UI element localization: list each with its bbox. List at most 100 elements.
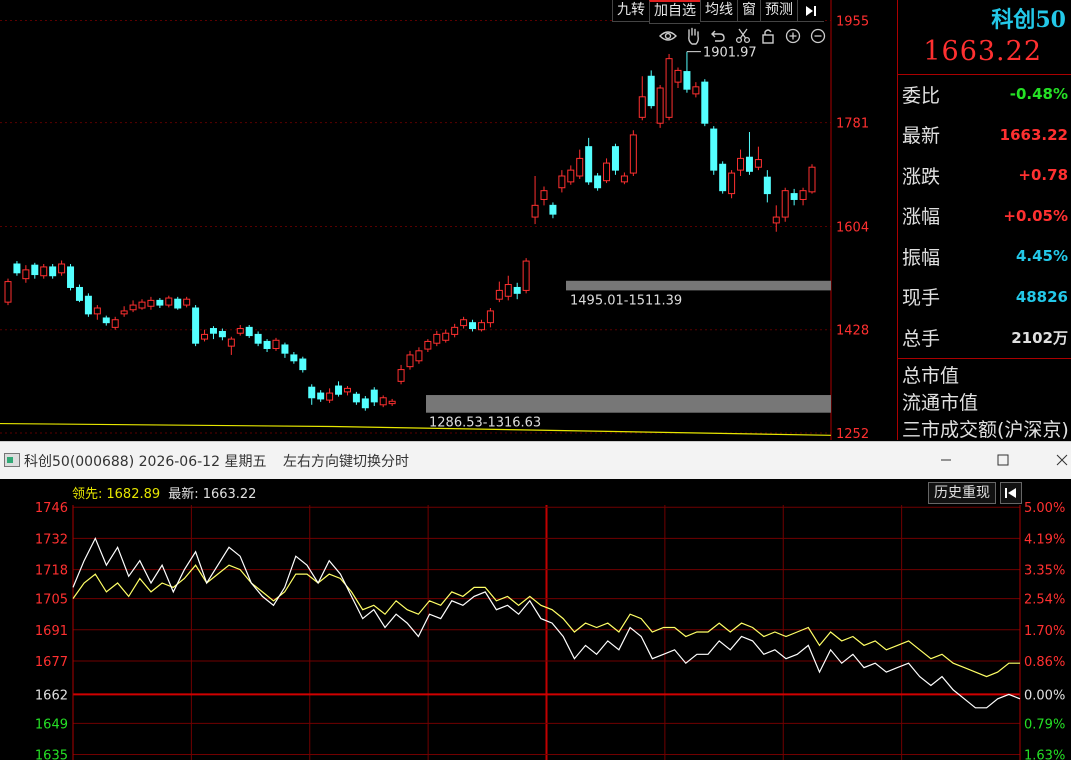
index-name[interactable]: 科创50 — [991, 2, 1066, 34]
forecast-button[interactable]: 预测 — [760, 0, 797, 22]
undo-icon[interactable] — [708, 26, 728, 46]
candlestick-chart[interactable]: 1955 1781 1604 1428 1252 1901.97 1495.01-1511… — [0, 0, 897, 440]
support-zone — [566, 280, 831, 291]
divider — [898, 358, 1071, 359]
quote-row-value: 4.45% — [1015, 247, 1068, 265]
candle — [370, 387, 378, 406]
candle-body — [603, 162, 611, 182]
candle-body — [522, 260, 530, 291]
candle — [406, 350, 414, 370]
total-market-value-label: 总市值 — [902, 365, 960, 387]
candle-body — [567, 169, 575, 183]
leader-value: 1682.89 — [106, 487, 161, 502]
candle — [138, 299, 146, 310]
keyboard-hint: 左右方向键切换分时 — [283, 454, 409, 470]
candle — [335, 381, 343, 397]
candle-body — [227, 338, 235, 347]
candle — [495, 281, 503, 303]
zoom-in-icon[interactable] — [783, 26, 803, 46]
lock-icon[interactable] — [758, 26, 778, 46]
candle-body — [611, 146, 619, 171]
minimize-icon[interactable] — [932, 448, 960, 472]
candle — [576, 149, 584, 179]
candle-body — [218, 330, 226, 338]
candle — [585, 137, 593, 185]
candle — [719, 161, 727, 194]
price-tick-label: 1781 — [836, 117, 869, 132]
price-tick-label: 1428 — [836, 324, 869, 339]
candle — [763, 170, 771, 203]
collapse-arrow-icon[interactable] — [797, 0, 824, 22]
jiuzhuan-button[interactable]: 九转 — [612, 0, 649, 22]
candle — [540, 186, 548, 206]
quote-row-value: 2102万 — [1011, 328, 1068, 347]
candle — [111, 316, 119, 330]
candle — [531, 176, 539, 225]
quote-row: 涨幅 +0.05% — [902, 202, 1068, 230]
candle — [683, 51, 691, 93]
maximize-icon[interactable] — [989, 448, 1017, 472]
high-price-label: 1901.97 — [703, 46, 757, 61]
candle — [808, 164, 816, 194]
candle-body — [31, 264, 39, 276]
price-tick-label: 1662 — [35, 688, 68, 703]
float-market-value-label: 流通市值 — [902, 392, 979, 414]
candle-body — [513, 286, 521, 294]
candle-body — [263, 340, 271, 349]
candle — [352, 391, 360, 405]
candle — [397, 364, 405, 385]
candle — [361, 396, 369, 411]
candle — [629, 130, 637, 176]
candle — [67, 264, 75, 291]
window-button[interactable]: 窗 — [737, 0, 760, 22]
close-icon[interactable] — [1048, 448, 1071, 472]
candle — [388, 398, 396, 406]
candle-body — [183, 298, 191, 306]
candle — [308, 384, 316, 405]
candle — [728, 170, 736, 199]
price-tick-label: 1604 — [836, 220, 869, 235]
moving-average-button[interactable]: 均线 — [700, 0, 737, 22]
quote-row-label: 委比 — [902, 84, 941, 107]
scissors-icon[interactable] — [733, 26, 753, 46]
percent-tick-label: 5.00% — [1024, 501, 1065, 516]
history-replay-button[interactable]: 历史重现 — [928, 482, 996, 504]
candle-body — [75, 286, 83, 301]
candle-body — [370, 389, 378, 403]
candle-body — [290, 354, 298, 362]
candle — [656, 85, 664, 128]
candle — [701, 79, 709, 127]
candle — [31, 262, 39, 279]
candle-body — [692, 86, 700, 95]
eye-icon[interactable] — [658, 26, 678, 46]
quote-row: 总手 2102万 — [902, 323, 1068, 351]
window-icon — [4, 453, 20, 467]
candle-body — [638, 96, 646, 118]
candle — [156, 298, 164, 308]
candle-body — [665, 58, 673, 118]
candle — [549, 202, 557, 219]
candle-body — [209, 328, 217, 334]
candle — [790, 188, 798, 206]
zoom-out-icon[interactable] — [808, 26, 828, 46]
candle-body — [379, 397, 387, 406]
candle — [647, 70, 655, 109]
hand-icon[interactable] — [683, 26, 703, 46]
quote-row: 最新 1663.22 — [902, 121, 1068, 149]
candle-body — [424, 340, 432, 350]
price-tick-label: 1252 — [836, 427, 869, 440]
upper-zone-label: 1495.01-1511.39 — [570, 293, 682, 308]
quote-row-label: 总手 — [902, 327, 941, 350]
replay-arrow-icon[interactable] — [1000, 482, 1022, 504]
add-watchlist-button[interactable]: 加自选 — [649, 0, 700, 24]
candle-body — [763, 176, 771, 195]
candle-body — [147, 299, 155, 307]
candle — [13, 261, 21, 276]
candle — [692, 82, 700, 98]
candle-body — [361, 398, 369, 409]
price-tick-label: 1955 — [836, 15, 869, 30]
candle — [209, 326, 217, 340]
candle — [93, 305, 101, 320]
intraday-chart[interactable]: 1746 5.00% 1732 4.19% 1718 3.35% 1705 2.54% 1691… — [0, 478, 1071, 760]
candle — [183, 296, 191, 308]
